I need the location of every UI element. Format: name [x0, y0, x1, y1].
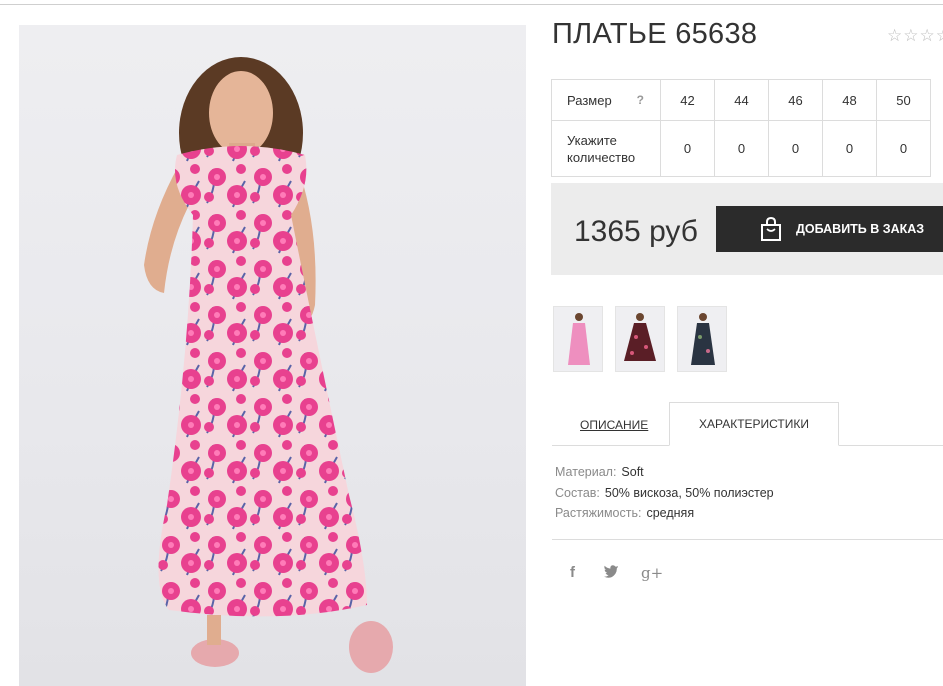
size-50: 50: [876, 79, 931, 121]
size-44: 44: [714, 79, 769, 121]
google-plus-icon[interactable]: g+: [641, 564, 663, 582]
spec-composition: Состав: 50% вискоза, 50% полиэстер: [555, 486, 774, 500]
quantity-input-44[interactable]: 0: [714, 120, 769, 177]
spec-material-key: Материал:: [555, 465, 617, 479]
size-46: 46: [768, 79, 823, 121]
facebook-icon[interactable]: f: [570, 564, 575, 581]
spec-composition-key: Состав:: [555, 486, 600, 500]
price-panel: 1365 руб ДОБАВИТЬ В ЗАКАЗ: [551, 183, 943, 275]
spec-stretch-key: Растяжимость:: [555, 506, 642, 520]
quantity-label-line2: количество: [567, 149, 636, 165]
quantity-label-line1: Укажите: [567, 132, 617, 148]
spec-composition-value: 50% вискоза, 50% полиэстер: [604, 486, 774, 500]
tab-description[interactable]: ОПИСАНИЕ: [580, 418, 648, 432]
social-divider: [552, 539, 943, 540]
quantity-input-48[interactable]: 0: [822, 120, 877, 177]
spec-material: Материал: Soft: [555, 465, 644, 479]
spec-stretch-value: средняя: [646, 506, 695, 520]
thumbnail-1[interactable]: [553, 306, 603, 372]
add-to-order-button[interactable]: ДОБАВИТЬ В ЗАКАЗ: [716, 206, 943, 252]
thumbnail-2[interactable]: [615, 306, 665, 372]
rating-stars[interactable]: ☆☆☆☆: [887, 26, 943, 46]
product-main-photo[interactable]: [19, 25, 526, 686]
size-label: Размер: [567, 92, 612, 108]
price: 1365 руб: [574, 215, 698, 248]
add-to-order-label: ДОБАВИТЬ В ЗАКАЗ: [796, 222, 925, 236]
help-icon[interactable]: ?: [637, 92, 644, 109]
size-row: Размер ? 42 44 46 48 50: [551, 79, 931, 121]
tab-characteristics[interactable]: ХАРАКТЕРИСТИКИ: [669, 402, 839, 446]
size-table: Размер ? 42 44 46 48 50 Укажите количест…: [551, 79, 931, 177]
twitter-icon[interactable]: [603, 564, 619, 582]
size-42: 42: [660, 79, 715, 121]
thumbnail-3[interactable]: [677, 306, 727, 372]
size-label-cell: Размер ?: [551, 79, 661, 121]
quantity-input-42[interactable]: 0: [660, 120, 715, 177]
top-divider: [0, 4, 943, 5]
quantity-input-46[interactable]: 0: [768, 120, 823, 177]
quantity-input-50[interactable]: 0: [876, 120, 931, 177]
size-48: 48: [822, 79, 877, 121]
product-title: ПЛАТЬЕ 65638: [552, 18, 758, 50]
shopping-bag-icon: [758, 216, 784, 245]
quantity-label-cell: Укажите количество: [551, 120, 661, 177]
spec-stretch: Растяжимость: средняя: [555, 506, 694, 520]
spec-material-value: Soft: [621, 465, 644, 479]
quantity-row: Укажите количество 0 0 0 0 0: [551, 120, 931, 177]
